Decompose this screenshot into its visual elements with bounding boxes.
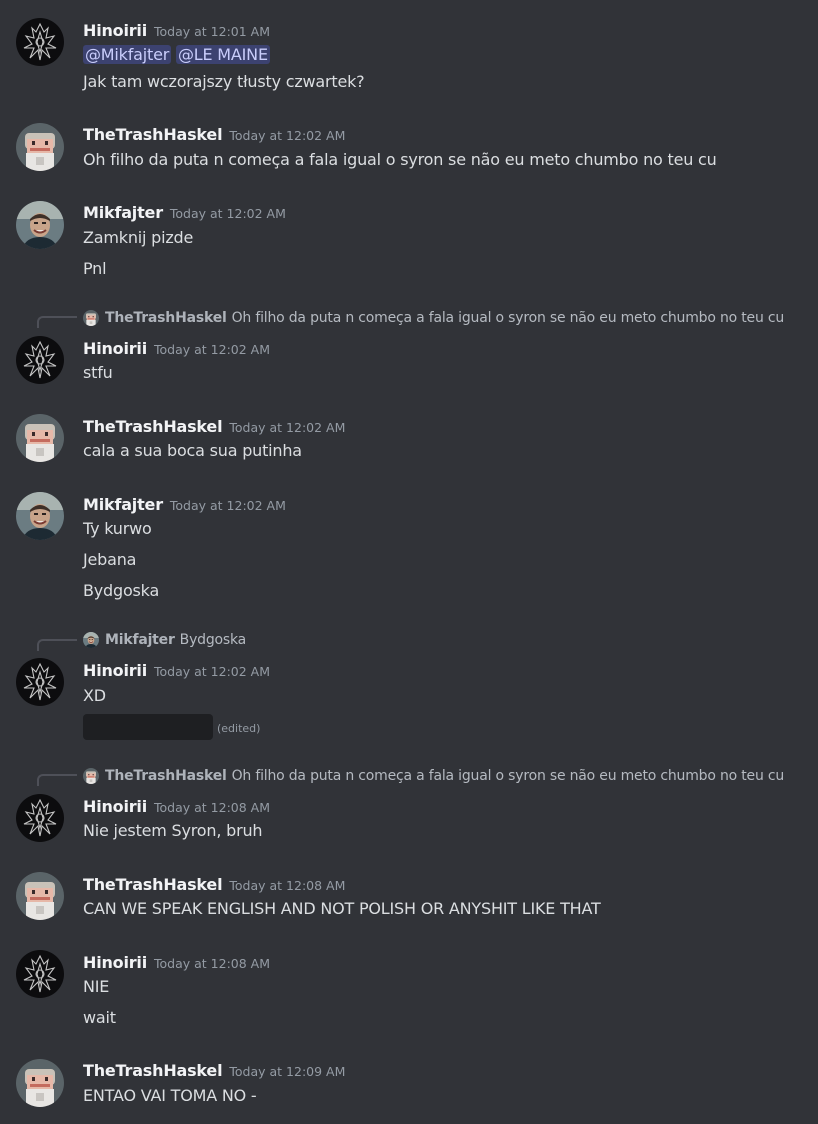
avatar[interactable] bbox=[16, 201, 64, 249]
mikfajter-avatar-icon bbox=[16, 492, 64, 540]
message-text: ENTAO VAI TOMA NO - bbox=[83, 1086, 257, 1105]
message-header: Hinoirii Today at 12:08 AM bbox=[83, 953, 270, 972]
reply-text[interactable]: Oh filho da puta n começa a fala igual o… bbox=[232, 768, 785, 784]
username[interactable]: Hinoirii bbox=[83, 661, 147, 680]
message-text: NIE bbox=[83, 977, 110, 996]
timestamp: Today at 12:02 AM bbox=[229, 420, 346, 435]
username[interactable]: TheTrashHaskel bbox=[83, 417, 223, 436]
hinoirii-avatar-icon bbox=[16, 950, 64, 998]
message-header: Hinoirii Today at 12:01 AM bbox=[83, 21, 270, 40]
reply-author[interactable]: TheTrashHaskel bbox=[105, 310, 227, 326]
edited-label: (edited) bbox=[217, 722, 261, 735]
thetrashhaskel-avatar-icon bbox=[16, 872, 64, 920]
timestamp: Today at 12:08 AM bbox=[154, 800, 271, 815]
hinoirii-avatar-icon bbox=[16, 794, 64, 842]
thetrashhaskel-avatar-icon bbox=[16, 123, 64, 171]
mention[interactable]: @LE MAINE bbox=[176, 45, 270, 64]
chat-message-list[interactable]: Hinoirii Today at 12:01 AM @Mikfajter @LE… bbox=[0, 0, 818, 1124]
reply-preview[interactable]: TheTrashHaskel Oh filho da puta n começa… bbox=[83, 766, 784, 786]
timestamp: Today at 12:09 AM bbox=[229, 1064, 346, 1079]
hinoirii-avatar-icon bbox=[16, 336, 64, 384]
message-text: Oh filho da puta n começa a fala igual o… bbox=[83, 150, 717, 169]
reply-text[interactable]: Bydgoska bbox=[180, 632, 247, 648]
message-header: TheTrashHaskel Today at 12:02 AM bbox=[83, 125, 345, 144]
avatar[interactable] bbox=[16, 123, 64, 171]
reply-preview[interactable]: Mikfajter Bydgoska bbox=[83, 630, 246, 650]
message-text: stfu bbox=[83, 363, 113, 382]
username[interactable]: TheTrashHaskel bbox=[83, 875, 223, 894]
reply-spine bbox=[37, 639, 77, 651]
timestamp: Today at 12:02 AM bbox=[169, 498, 286, 513]
reply-avatar bbox=[83, 768, 99, 784]
message-text: cala a sua boca sua putinha bbox=[83, 441, 302, 460]
avatar[interactable] bbox=[16, 18, 64, 66]
message-mentions: @Mikfajter @LE MAINE bbox=[83, 45, 270, 64]
redacted-block bbox=[83, 714, 213, 740]
message-text: Jak tam wczorajszy tłusty czwartek? bbox=[83, 72, 365, 91]
reply-avatar bbox=[83, 632, 99, 648]
mikfajter-avatar-icon bbox=[16, 201, 64, 249]
hinoirii-avatar-icon bbox=[16, 658, 64, 706]
reply-spine bbox=[37, 316, 77, 328]
timestamp: Today at 12:02 AM bbox=[154, 664, 271, 679]
avatar[interactable] bbox=[16, 872, 64, 920]
message-text: wait bbox=[83, 1008, 116, 1027]
reply-avatar bbox=[83, 310, 99, 326]
username[interactable]: TheTrashHaskel bbox=[83, 1061, 223, 1080]
timestamp: Today at 12:02 AM bbox=[169, 206, 286, 221]
timestamp: Today at 12:08 AM bbox=[154, 956, 271, 971]
message-header: Hinoirii Today at 12:08 AM bbox=[83, 797, 270, 816]
message-text: Ty kurwo bbox=[83, 519, 152, 538]
message-text: Zamknij pizde bbox=[83, 228, 194, 247]
username[interactable]: Hinoirii bbox=[83, 339, 147, 358]
avatar[interactable] bbox=[16, 414, 64, 462]
avatar[interactable] bbox=[16, 1059, 64, 1107]
username[interactable]: Hinoirii bbox=[83, 21, 147, 40]
avatar[interactable] bbox=[16, 950, 64, 998]
avatar[interactable] bbox=[16, 336, 64, 384]
message-header: TheTrashHaskel Today at 12:08 AM bbox=[83, 875, 345, 894]
mention[interactable]: @Mikfajter bbox=[83, 45, 172, 64]
reply-preview[interactable]: TheTrashHaskel Oh filho da puta n começa… bbox=[83, 308, 784, 328]
avatar[interactable] bbox=[16, 658, 64, 706]
username[interactable]: Mikfajter bbox=[83, 495, 163, 514]
mikfajter-avatar-icon bbox=[83, 632, 99, 648]
timestamp: Today at 12:02 AM bbox=[229, 128, 346, 143]
message-header: Mikfajter Today at 12:02 AM bbox=[83, 495, 286, 514]
message-header: TheTrashHaskel Today at 12:09 AM bbox=[83, 1061, 345, 1080]
thetrashhaskel-avatar-icon bbox=[83, 310, 99, 326]
reply-spine bbox=[37, 774, 77, 786]
thetrashhaskel-avatar-icon bbox=[16, 414, 64, 462]
timestamp: Today at 12:02 AM bbox=[154, 342, 271, 357]
thetrashhaskel-avatar-icon bbox=[83, 768, 99, 784]
username[interactable]: Hinoirii bbox=[83, 953, 147, 972]
timestamp: Today at 12:08 AM bbox=[229, 878, 346, 893]
message-text: Bydgoska bbox=[83, 581, 160, 600]
message-header: Hinoirii Today at 12:02 AM bbox=[83, 339, 270, 358]
message-header: Hinoirii Today at 12:02 AM bbox=[83, 661, 270, 680]
reply-author[interactable]: Mikfajter bbox=[105, 632, 175, 648]
reply-author[interactable]: TheTrashHaskel bbox=[105, 768, 227, 784]
message-text: Pnl bbox=[83, 259, 107, 278]
username[interactable]: TheTrashHaskel bbox=[83, 125, 223, 144]
message-text: Nie jestem Syron, bruh bbox=[83, 821, 263, 840]
reply-text[interactable]: Oh filho da puta n começa a fala igual o… bbox=[232, 310, 785, 326]
username[interactable]: Hinoirii bbox=[83, 797, 147, 816]
message-header: Mikfajter Today at 12:02 AM bbox=[83, 203, 286, 222]
thetrashhaskel-avatar-icon bbox=[16, 1059, 64, 1107]
message-text: XD bbox=[83, 686, 106, 705]
message-text: CAN WE SPEAK ENGLISH AND NOT POLISH OR A… bbox=[83, 899, 601, 918]
message-text: Jebana bbox=[83, 550, 137, 569]
message-header: TheTrashHaskel Today at 12:02 AM bbox=[83, 417, 345, 436]
timestamp: Today at 12:01 AM bbox=[154, 24, 271, 39]
username[interactable]: Mikfajter bbox=[83, 203, 163, 222]
avatar[interactable] bbox=[16, 794, 64, 842]
hinoirii-avatar-icon bbox=[16, 18, 64, 66]
avatar[interactable] bbox=[16, 492, 64, 540]
